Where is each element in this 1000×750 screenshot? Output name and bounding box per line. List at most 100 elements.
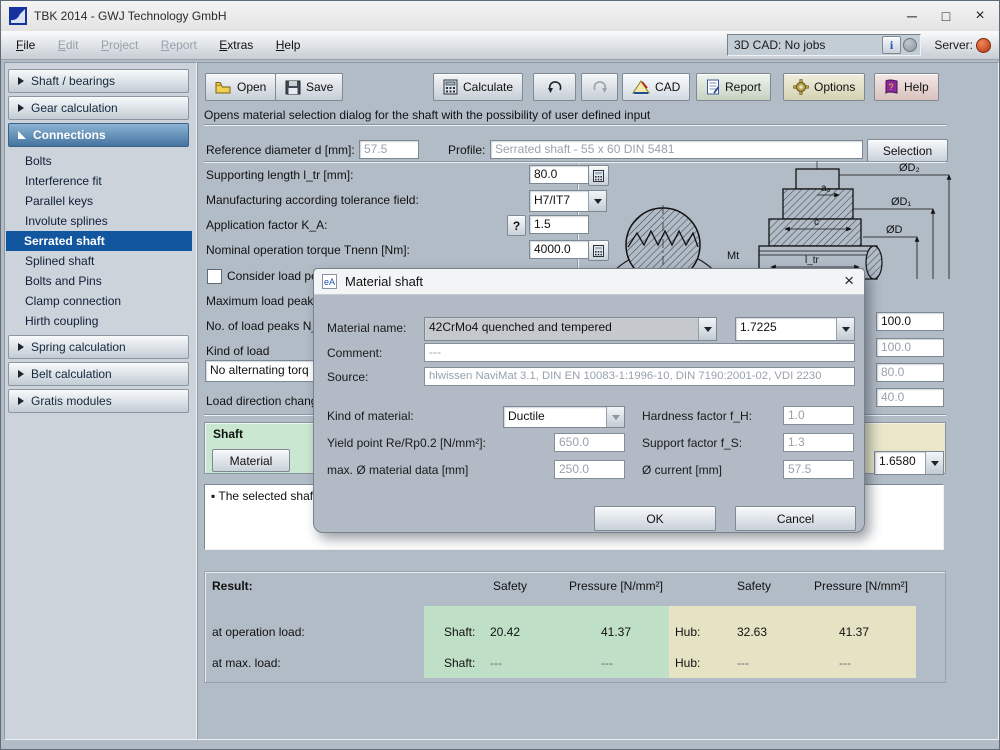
- sidebar-item-involute-splines[interactable]: Involute splines: [7, 211, 191, 231]
- dropdown-arrow-icon[interactable]: [698, 318, 716, 340]
- hardness-factor-field: 1.0: [783, 406, 854, 425]
- separator: [204, 124, 946, 126]
- options-gear-icon: [793, 79, 809, 95]
- result-hub-label: Hub:: [675, 625, 701, 639]
- expanded-arrow-icon: [18, 131, 26, 139]
- open-button-label: Open: [237, 80, 267, 94]
- dim-ltr-label: l_tr: [805, 255, 820, 266]
- cad-info-button[interactable]: i: [882, 36, 901, 54]
- collapsed-arrow-icon: [18, 104, 24, 112]
- menu-extras[interactable]: Extras: [210, 32, 262, 58]
- sidebar-item-serrated-shaft[interactable]: Serrated shaft: [6, 231, 192, 251]
- ok-button[interactable]: OK: [594, 506, 716, 531]
- result-safety-header-hub: Safety: [737, 579, 772, 593]
- cad-button[interactable]: CAD: [622, 73, 691, 101]
- sidebar-item-interference-fit[interactable]: Interference fit: [7, 171, 191, 191]
- options-button[interactable]: Options: [783, 73, 866, 101]
- torque-field[interactable]: 4000.0: [529, 240, 589, 259]
- consider-load-label: Consider load pe: [227, 269, 318, 283]
- material-name-combo[interactable]: 42CrMo4 quenched and tempered: [424, 317, 717, 341]
- close-button[interactable]: ×: [963, 1, 997, 30]
- sidebar-item-label: Shaft / bearings: [31, 74, 116, 88]
- dropdown-arrow-icon[interactable]: [925, 452, 943, 474]
- material-number-combo[interactable]: 1.7225: [735, 317, 855, 341]
- sidebar-item-splined-shaft[interactable]: Splined shaft: [7, 251, 191, 271]
- max-diameter-label: max. Ø material data [mm]: [327, 463, 469, 477]
- undo-icon: [547, 81, 561, 93]
- menu-help[interactable]: Help: [267, 32, 310, 58]
- result-shaft-label: Shaft:: [444, 656, 476, 670]
- result-value: ---: [839, 656, 851, 670]
- dialog-close-button[interactable]: ×: [844, 271, 854, 291]
- right-field-2: 100.0: [876, 338, 944, 357]
- sidebar-item-gear-calculation[interactable]: Gear calculation: [8, 96, 189, 120]
- source-field: hlwissen NaviMat 3.1, DIN EN 10083-1:199…: [424, 367, 855, 386]
- right-field-1[interactable]: 100.0: [876, 312, 944, 331]
- yield-point-label: Yield point Re/Rp0.2 [N/mm²]:: [327, 436, 486, 450]
- report-button[interactable]: Report: [696, 73, 772, 101]
- maximize-button[interactable]: □: [929, 1, 963, 30]
- application-factor-help-button[interactable]: ?: [507, 215, 526, 236]
- sidebar-item-gratis-modules[interactable]: Gratis modules: [8, 389, 189, 413]
- material-name-label: Material name:: [327, 321, 407, 335]
- cad-status-text: 3D CAD: No jobs: [734, 38, 826, 52]
- menu-project: Project: [100, 38, 139, 52]
- sidebar-item-shaft-bearings[interactable]: Shaft / bearings: [8, 69, 189, 93]
- calculator-icon: [443, 79, 458, 95]
- help-book-icon: ?: [885, 79, 898, 95]
- menu-file[interactable]: File: [7, 32, 44, 58]
- sidebar-item-clamp-connection[interactable]: Clamp connection: [7, 291, 191, 311]
- undo-button[interactable]: [533, 73, 576, 101]
- max-diameter-field: 250.0: [554, 460, 625, 479]
- sidebar-item-belt-calculation[interactable]: Belt calculation: [8, 362, 189, 386]
- right-field-3: 80.0: [876, 363, 944, 382]
- sidebar-item-hirth-coupling[interactable]: Hirth coupling: [7, 311, 191, 331]
- dialog-title-bar[interactable]: eA Material shaft ×: [314, 269, 864, 295]
- sidebar-item-bolts-and-pins[interactable]: Bolts and Pins: [7, 271, 191, 291]
- help-button-label: Help: [904, 80, 929, 94]
- status-hint-text: Opens material selection dialog for the …: [204, 108, 651, 122]
- tolerance-label: Manufacturing according tolerance field:: [206, 193, 419, 207]
- source-label: Source:: [327, 370, 369, 384]
- app-window: TBK 2014 - GWJ Technology GmbH ─ □ × Fil…: [0, 0, 1000, 750]
- result-value: ---: [601, 656, 613, 670]
- shaft-material-button[interactable]: Material: [212, 449, 290, 472]
- dialog-icon: eA: [322, 274, 337, 289]
- sidebar-item-parallel-keys[interactable]: Parallel keys: [7, 191, 191, 211]
- sidebar-item-spring-calculation[interactable]: Spring calculation: [8, 335, 189, 359]
- material-name-combo-value: 42CrMo4 quenched and tempered: [429, 320, 612, 334]
- open-button[interactable]: Open: [205, 73, 277, 101]
- minimize-button[interactable]: ─: [895, 1, 929, 30]
- consider-load-checkbox[interactable]: [207, 269, 222, 284]
- dim-d2-label: ØD₂: [899, 162, 920, 174]
- title-bar: TBK 2014 - GWJ Technology GmbH ─ □ ×: [1, 1, 999, 32]
- comment-field[interactable]: ---: [424, 343, 855, 362]
- server-status-led: [976, 38, 991, 53]
- svg-text:?: ?: [888, 82, 893, 92]
- cancel-button[interactable]: Cancel: [735, 506, 856, 531]
- sidebar-item-connections[interactable]: Connections: [8, 123, 189, 147]
- reference-diameter-field: 57.5: [359, 140, 419, 159]
- application-factor-field[interactable]: 1.5: [529, 215, 589, 234]
- hub-ratio-combo-value: 1.6580: [879, 454, 916, 468]
- report-button-label: Report: [725, 80, 762, 94]
- sidebar-item-bolts[interactable]: Bolts: [7, 151, 191, 171]
- shaft-panel-title: Shaft: [213, 427, 243, 441]
- result-row-label: at max. load:: [212, 656, 281, 670]
- result-pressure-header-hub: Pressure [N/mm²]: [814, 579, 909, 593]
- options-button-label: Options: [814, 80, 856, 94]
- supporting-length-field[interactable]: 80.0: [529, 165, 589, 184]
- hub-ratio-combo[interactable]: 1.6580: [874, 451, 944, 475]
- calculate-button[interactable]: Calculate: [433, 73, 524, 101]
- save-button[interactable]: Save: [275, 73, 344, 101]
- dropdown-arrow-icon[interactable]: [836, 318, 854, 340]
- cad-drawing-icon: [632, 80, 650, 94]
- collapsed-arrow-icon: [18, 77, 24, 85]
- help-button[interactable]: ? Help: [874, 73, 939, 101]
- supporting-length-label: Supporting length l_tr [mm]:: [206, 168, 354, 182]
- result-pressure-header-shaft: Pressure [N/mm²]: [569, 579, 664, 593]
- window-title: TBK 2014 - GWJ Technology GmbH: [34, 9, 227, 23]
- dropdown-arrow-icon: [606, 407, 624, 427]
- redo-icon: [593, 81, 607, 93]
- current-diameter-field: 57.5: [783, 460, 854, 479]
